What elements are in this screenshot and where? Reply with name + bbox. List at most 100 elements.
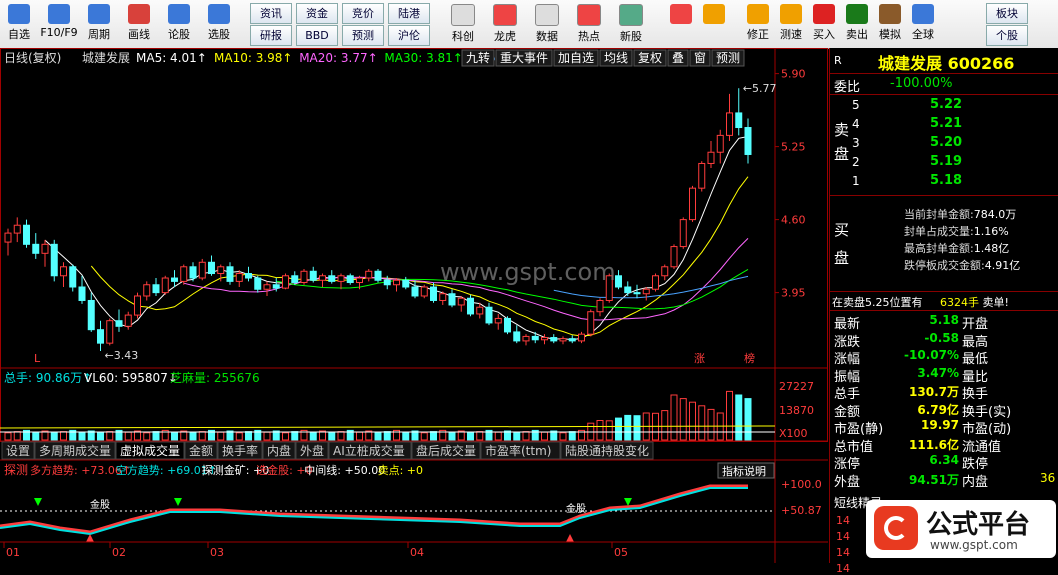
candle-body <box>208 261 215 275</box>
pencil-icon <box>128 4 150 24</box>
ask-level: 3 <box>852 136 860 150</box>
stat-label: 总市值 <box>834 439 874 455</box>
candle-body <box>624 286 632 294</box>
toolbar-grid-button[interactable]: 沪伦 <box>388 25 430 46</box>
bottom-tab-label[interactable]: AI立桩成交量 <box>333 443 405 458</box>
bottom-tab-label[interactable]: 虚拟成交量 <box>120 443 180 458</box>
volume-bar <box>143 432 151 441</box>
toolbar-grid-button[interactable]: BBD <box>296 25 338 46</box>
seal-value: 784.0万 <box>973 208 1017 221</box>
toolbar-grid-button[interactable] <box>664 2 698 46</box>
volume-bar <box>494 431 502 441</box>
toolbar-pencil-button[interactable]: 画线 <box>120 2 158 46</box>
volume-bar <box>32 431 40 441</box>
toolbar-sell-button[interactable]: 卖出 <box>840 2 874 46</box>
toolbar-grid-button[interactable]: 资金 <box>296 3 338 24</box>
stat-label: 换手(实) <box>962 404 1012 420</box>
volume-bar <box>282 432 289 441</box>
volume-bar <box>106 431 114 441</box>
bottom-tab-label[interactable]: 陆股通持股变化 <box>565 443 649 458</box>
toolbar-dragon-button[interactable]: 龙虎 <box>486 2 524 46</box>
candle-body <box>143 284 151 297</box>
seal-key: 当前封单金额: <box>904 208 974 221</box>
candle-body <box>32 243 40 254</box>
toolbar-star-button[interactable]: 自选 <box>0 2 38 46</box>
toolbar-buy-button[interactable]: 买入 <box>807 2 841 46</box>
toolbar-ipo-button[interactable]: 新股 <box>612 2 650 46</box>
toolbar-grid-button[interactable]: 预测 <box>342 25 384 46</box>
seal-key: 最高封单金额: <box>904 242 974 255</box>
toolbar-grid-button[interactable]: 陆港 <box>388 3 430 24</box>
volume-bar <box>217 431 225 441</box>
info-icon <box>48 4 70 24</box>
sell-side-label: 卖盘 <box>834 121 850 163</box>
chart-canvas[interactable]: 日线(复权) 城建发展 MA5: 4.01↑ MA10: 3.98↑ MA20: 3.7… <box>0 48 828 563</box>
toolbar-grid-button[interactable]: 竞价 <box>342 3 384 24</box>
volume-bar <box>541 431 548 441</box>
stat-label: 外盘 <box>834 474 861 490</box>
toolbar-right-button[interactable]: 板块 <box>986 3 1028 24</box>
chart-tool-button-label[interactable]: 均线 <box>604 51 628 65</box>
candle-body <box>541 337 548 341</box>
candle-body <box>337 275 345 282</box>
buy-side-label: 买盘 <box>834 221 850 267</box>
bottom-tab-label[interactable]: 外盘 <box>300 443 324 458</box>
bottom-tab-label[interactable]: 金额 <box>189 443 213 458</box>
indicator-tick: +50.87 <box>781 504 822 517</box>
candle-body <box>4 232 12 243</box>
chart-tool-button-label[interactable]: 预测 <box>716 51 740 65</box>
volume-bar <box>374 432 382 441</box>
bottom-tab-label[interactable]: 内盘 <box>267 443 291 458</box>
stat-label: 量比 <box>962 369 989 385</box>
toolbar-globe-button[interactable]: 全球 <box>906 2 940 46</box>
ask-price: 5.22 <box>930 97 963 112</box>
chart-tool-button-label[interactable]: 窗 <box>694 51 706 65</box>
stat-value: -0.58 <box>924 330 959 345</box>
chart-header-text: MA20: 3.77↑ <box>299 51 377 65</box>
toolbar-chart-button[interactable]: 科创 <box>444 2 482 46</box>
indicator-explain-label: 指标说明 <box>722 464 766 478</box>
volume-bar <box>689 401 696 441</box>
chart-tool-button-label[interactable]: 叠 <box>672 51 684 65</box>
toolbar-right-button[interactable]: 个股 <box>986 25 1028 46</box>
seal-value: 1.48亿 <box>973 242 1010 255</box>
chart-tool-button-label[interactable]: 加自选 <box>558 51 594 65</box>
volume-bar <box>568 431 576 441</box>
volume-bar <box>633 415 641 441</box>
candle-body <box>448 293 456 306</box>
toolbar-pe-button[interactable]: 数据 <box>528 2 566 46</box>
toolbar-timer-button[interactable]: 测速 <box>774 2 808 46</box>
toolbar-clock-button[interactable]: 周期 <box>80 2 118 46</box>
toolbar-grid-button[interactable]: 研报 <box>250 25 292 46</box>
chart-tool-button-label[interactable]: 复权 <box>638 51 662 65</box>
volume-bar <box>522 431 530 441</box>
volume-bar <box>735 394 743 441</box>
stat-value: -10.07% <box>904 348 959 362</box>
stat-label: 涨跌 <box>834 334 861 350</box>
candle-body <box>60 266 67 277</box>
chart-tool-button-label[interactable]: 九转 <box>466 50 490 65</box>
toolbar-gauge-button[interactable]: 选股 <box>200 2 238 46</box>
toolbar-hammer-button[interactable]: 模拟 <box>873 2 907 46</box>
back-arrow-icon <box>703 4 725 24</box>
toolbar-back-arrow-button[interactable] <box>697 2 731 46</box>
chart-area[interactable]: 日线(复权) 城建发展 MA5: 4.01↑ MA10: 3.98↑ MA20: 3.7… <box>0 48 828 563</box>
toolbar-chat-button[interactable]: 论股 <box>160 2 198 46</box>
bottom-tab-label[interactable]: 多周期成交量 <box>39 443 111 458</box>
candle-body <box>698 162 706 189</box>
chart-header-text: MA10: 3.98↑ <box>214 51 292 65</box>
chart-tool-button-label[interactable]: 重大事件 <box>500 51 548 65</box>
ask-price: 5.19 <box>930 154 963 169</box>
toolbar-grid-button[interactable]: 资讯 <box>250 3 292 24</box>
bottom-tab-label[interactable]: 盘后成交量 <box>416 443 476 458</box>
candle-body <box>550 337 558 342</box>
toolbar-up-arrow-button[interactable]: 修正 <box>741 2 775 46</box>
bottom-tab-label[interactable]: 设置 <box>6 444 30 458</box>
bottom-tab-label[interactable]: 市盈率(ttm) <box>485 443 551 458</box>
toolbar-flame-button[interactable]: 热点 <box>570 2 608 46</box>
seal-key: 封单占成交量: <box>904 225 974 238</box>
toolbar-info-button[interactable]: F10/F9 <box>40 2 78 46</box>
weibi-value: -100.00% <box>890 76 953 91</box>
candle-body <box>393 279 400 286</box>
bottom-tab-label[interactable]: 换手率 <box>222 443 258 458</box>
